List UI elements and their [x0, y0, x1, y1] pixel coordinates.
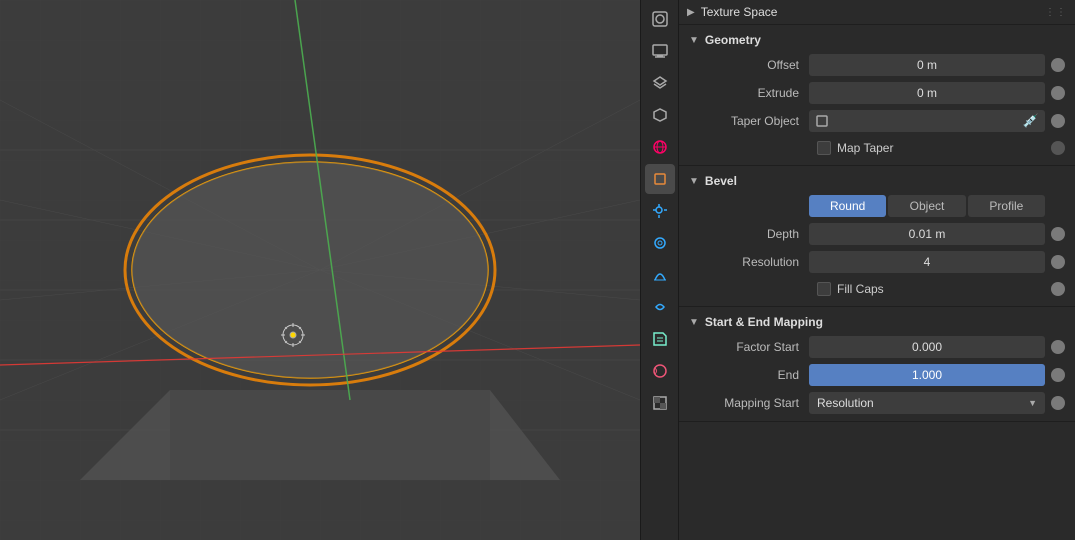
bevel-triangle: ▼ [689, 176, 699, 187]
resolution-dot[interactable] [1051, 255, 1065, 269]
texture-space-header[interactable]: ▶ Texture Space ⋮⋮ [679, 0, 1075, 25]
bevel-section: ▼ Bevel Round Object Profile Depth 0.01 … [679, 166, 1075, 307]
geometry-triangle: ▼ [689, 35, 699, 46]
depth-value[interactable]: 0.01 m [809, 223, 1045, 245]
geometry-label: Geometry [705, 33, 761, 47]
depth-dot[interactable] [1051, 227, 1065, 241]
geometry-header[interactable]: ▼ Geometry [687, 29, 1067, 51]
render-icon[interactable] [645, 4, 675, 34]
start-end-triangle: ▼ [689, 317, 699, 328]
offset-value[interactable]: 0 m [809, 54, 1045, 76]
texture-space-triangle: ▶ [687, 7, 695, 18]
modifier-icon[interactable] [645, 196, 675, 226]
mapping-start-value: Resolution [817, 396, 874, 410]
fill-caps-row: Fill Caps [687, 276, 1067, 302]
extrude-dot[interactable] [1051, 86, 1065, 100]
bevel-modes-row: Round Object Profile [687, 192, 1067, 220]
fill-caps-label: Fill Caps [837, 282, 884, 296]
taper-dot[interactable] [1051, 114, 1065, 128]
end-row: End 1.000 [687, 361, 1067, 389]
depth-label: Depth [689, 227, 809, 241]
physics-icon[interactable] [645, 260, 675, 290]
properties-panel: ▶ Texture Space ⋮⋮ ▼ Geometry Offset 0 m… [678, 0, 1075, 540]
viewport[interactable] [0, 0, 640, 540]
particles-icon[interactable] [645, 228, 675, 258]
factor-start-dot[interactable] [1051, 340, 1065, 354]
bevel-modes: Round Object Profile [809, 195, 1045, 217]
map-taper-checkbox[interactable] [817, 141, 831, 155]
extrude-row: Extrude 0 m [687, 79, 1067, 107]
extrude-label: Extrude [689, 86, 809, 100]
data-icon[interactable] [645, 324, 675, 354]
extrude-value[interactable]: 0 m [809, 82, 1045, 104]
map-taper-label: Map Taper [837, 141, 893, 155]
depth-row: Depth 0.01 m [687, 220, 1067, 248]
mapping-start-arrow: ▼ [1028, 398, 1037, 408]
scene-icon[interactable] [645, 100, 675, 130]
taper-object-label: Taper Object [689, 114, 809, 128]
eyedropper-icon[interactable]: 💉 [1023, 113, 1039, 129]
taper-object-icon [815, 114, 829, 128]
header-dots: ⋮⋮ [1045, 7, 1067, 18]
offset-row: Offset 0 m [687, 51, 1067, 79]
bevel-header[interactable]: ▼ Bevel [687, 170, 1067, 192]
offset-label: Offset [689, 58, 809, 72]
start-end-label: Start & End Mapping [705, 315, 823, 329]
offset-dot[interactable] [1051, 58, 1065, 72]
map-taper-dot[interactable] [1051, 141, 1065, 155]
fill-caps-dot[interactable] [1051, 282, 1065, 296]
view-layer-icon[interactable] [645, 68, 675, 98]
factor-start-row: Factor Start 0.000 [687, 333, 1067, 361]
mapping-start-dropdown[interactable]: Resolution ▼ [809, 392, 1045, 414]
factor-start-value[interactable]: 0.000 [809, 336, 1045, 358]
end-dot[interactable] [1051, 368, 1065, 382]
end-value[interactable]: 1.000 [809, 364, 1045, 386]
fill-caps-checkbox[interactable] [817, 282, 831, 296]
bevel-object-button[interactable]: Object [888, 195, 965, 217]
end-label: End [689, 368, 809, 382]
resolution-label: Resolution [689, 255, 809, 269]
sidebar-icons [640, 0, 678, 540]
output-icon[interactable] [645, 36, 675, 66]
object-icon[interactable] [645, 164, 675, 194]
start-end-header[interactable]: ▼ Start & End Mapping [687, 311, 1067, 333]
mapping-start-row: Mapping Start Resolution ▼ [687, 389, 1067, 417]
taper-object-value[interactable]: 💉 [809, 110, 1045, 132]
resolution-row: Resolution 4 [687, 248, 1067, 276]
bevel-profile-button[interactable]: Profile [968, 195, 1045, 217]
material-icon[interactable] [645, 356, 675, 386]
texture-icon[interactable] [645, 388, 675, 418]
world-icon[interactable] [645, 132, 675, 162]
constraints-icon[interactable] [645, 292, 675, 322]
factor-start-label: Factor Start [689, 340, 809, 354]
start-end-mapping-section: ▼ Start & End Mapping Factor Start 0.000… [679, 307, 1075, 422]
taper-object-row: Taper Object 💉 [687, 107, 1067, 135]
texture-space-label: Texture Space [701, 5, 778, 19]
bevel-round-button[interactable]: Round [809, 195, 886, 217]
map-taper-row: Map Taper [687, 135, 1067, 161]
mapping-start-label: Mapping Start [689, 396, 809, 410]
bevel-label: Bevel [705, 174, 737, 188]
mapping-start-dot[interactable] [1051, 396, 1065, 410]
resolution-value[interactable]: 4 [809, 251, 1045, 273]
geometry-section: ▼ Geometry Offset 0 m Extrude 0 m Taper … [679, 25, 1075, 166]
